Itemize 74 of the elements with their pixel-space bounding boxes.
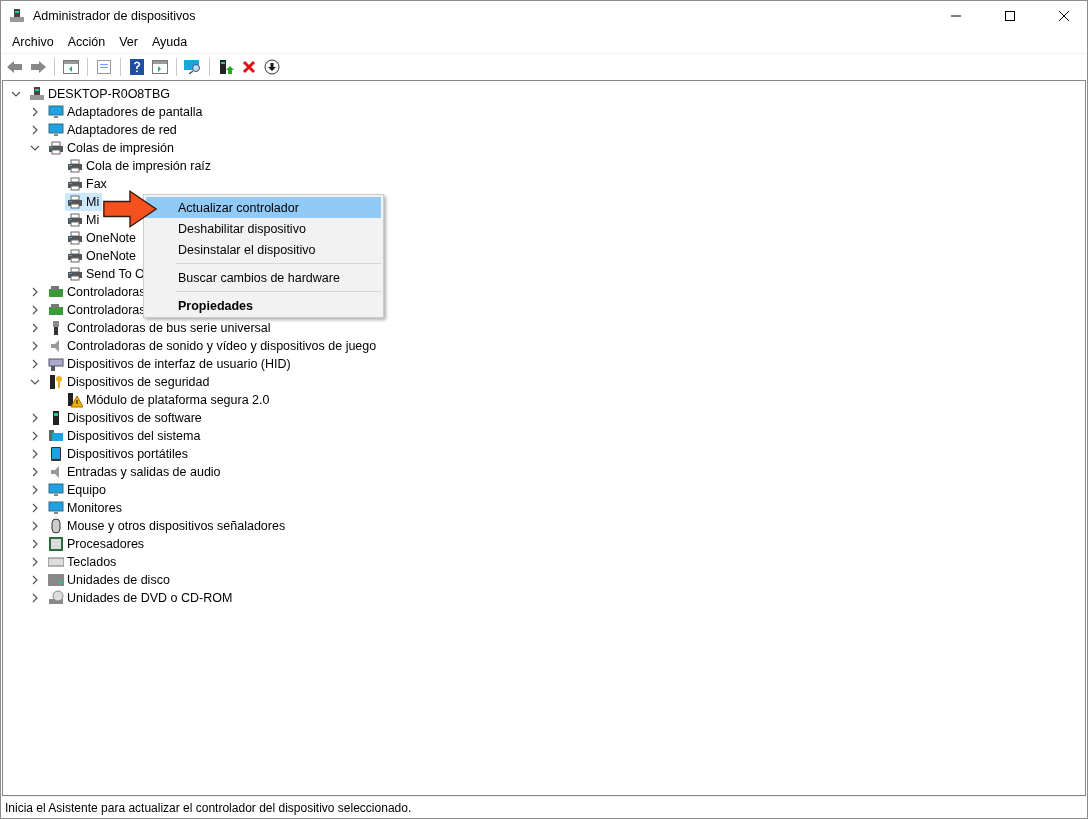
tree-item[interactable]: OneNote <box>65 229 140 247</box>
key-icon <box>48 374 64 390</box>
tree-item[interactable]: Adaptadores de red <box>46 121 180 139</box>
tablet-icon <box>48 446 64 462</box>
circuit-board-icon <box>48 302 64 318</box>
tree-item[interactable]: Procesadores <box>46 535 148 553</box>
arrow-icon <box>102 189 158 229</box>
monitor-icon <box>48 482 64 498</box>
tree-item[interactable]: Mi <box>65 211 103 229</box>
mouse-icon <box>48 518 64 534</box>
tree-item[interactable]: OneNote <box>65 247 140 265</box>
app-icon <box>9 8 25 24</box>
keyboard-mouse-icon <box>48 356 64 372</box>
tree-item[interactable]: Colas de impresión <box>46 139 177 157</box>
printer-icon <box>67 248 83 264</box>
computer-icon <box>48 428 64 444</box>
action-pane-button[interactable] <box>150 57 170 77</box>
network-icon <box>48 122 64 138</box>
context-menu-item[interactable]: Propiedades <box>146 295 381 316</box>
tree-item[interactable]: Adaptadores de pantalla <box>46 103 206 121</box>
tree-item[interactable]: Mi <box>65 193 103 211</box>
printer-icon <box>67 212 83 228</box>
context-menu-item[interactable]: Deshabilitar dispositivo <box>146 218 381 239</box>
keyboard-icon <box>48 554 64 570</box>
printer-icon <box>67 158 83 174</box>
tree-item[interactable]: Dispositivos de interfaz de usuario (HID) <box>46 355 294 373</box>
tree-item[interactable]: Controladoras <box>46 301 149 319</box>
printer-icon <box>48 140 64 156</box>
tree-item[interactable]: Teclados <box>46 553 120 571</box>
help-button[interactable] <box>127 57 147 77</box>
menu-item[interactable]: Ayuda <box>145 35 195 49</box>
tree-item[interactable]: Dispositivos de seguridad <box>46 373 213 391</box>
maximize-icon <box>1005 11 1015 21</box>
chip-icon <box>48 536 64 552</box>
printer-icon <box>67 194 83 210</box>
printer-icon <box>67 230 83 246</box>
tree-item[interactable]: Módulo de plataforma segura 2.0 <box>65 391 273 409</box>
menu-item[interactable]: Ver <box>112 35 145 49</box>
properties-button[interactable] <box>94 57 114 77</box>
context-menu-item[interactable]: Desinstalar el dispositivo <box>146 239 381 260</box>
console-tree-button[interactable] <box>61 57 81 77</box>
tree-item[interactable]: Controladoras <box>46 283 149 301</box>
menu-item[interactable]: Acción <box>60 35 113 49</box>
window-title: Administrador de dispositivos <box>33 9 197 23</box>
status-text: Inicia el Asistente para actualizar el controlador del dispositivo seleccionado. <box>5 800 412 815</box>
tree-item[interactable]: Dispositivos de software <box>46 409 205 427</box>
tree-item[interactable]: Mouse y otros dispositivos señaladores <box>46 517 289 535</box>
circuit-board-icon <box>48 284 64 300</box>
tree-item[interactable]: Monitores <box>46 499 125 517</box>
tree-item[interactable]: Cola de impresión raíz <box>65 157 215 175</box>
tree-item[interactable]: Fax <box>65 175 110 193</box>
context-menu-item[interactable]: Actualizar controlador <box>146 197 381 218</box>
tree-item[interactable]: Controladoras de sonido y vídeo y dispositivos de juego <box>46 337 380 355</box>
close-icon <box>1059 11 1069 21</box>
tree-item[interactable]: Dispositivos del sistema <box>46 427 204 445</box>
tree-item[interactable]: DESKTOP-R0O8TBG <box>27 85 174 103</box>
tree-item[interactable]: Dispositivos portátiles <box>46 445 191 463</box>
warning-icon <box>67 392 83 408</box>
disk-drive-icon <box>48 572 64 588</box>
computer-icon <box>29 86 45 102</box>
tree-item[interactable]: Controladoras de bus serie universal <box>46 319 274 337</box>
monitor-icon <box>48 500 64 516</box>
tree-item[interactable]: Equipo <box>46 481 109 499</box>
menu-item[interactable]: Archivo <box>5 35 61 49</box>
printer-icon <box>67 266 83 282</box>
printer-icon <box>67 176 83 192</box>
optical-drive-icon <box>48 590 64 606</box>
tree-item[interactable]: Entradas y salidas de audio <box>46 463 224 481</box>
tree-item[interactable]: Unidades de disco <box>46 571 173 589</box>
display-adapter-icon <box>48 104 64 120</box>
disable-button[interactable] <box>262 57 282 77</box>
context-menu-item[interactable]: Buscar cambios de hardware <box>146 267 381 288</box>
tree-item[interactable]: Unidades de DVD o CD-ROM <box>46 589 236 607</box>
scan-monitor-button[interactable] <box>183 57 203 77</box>
